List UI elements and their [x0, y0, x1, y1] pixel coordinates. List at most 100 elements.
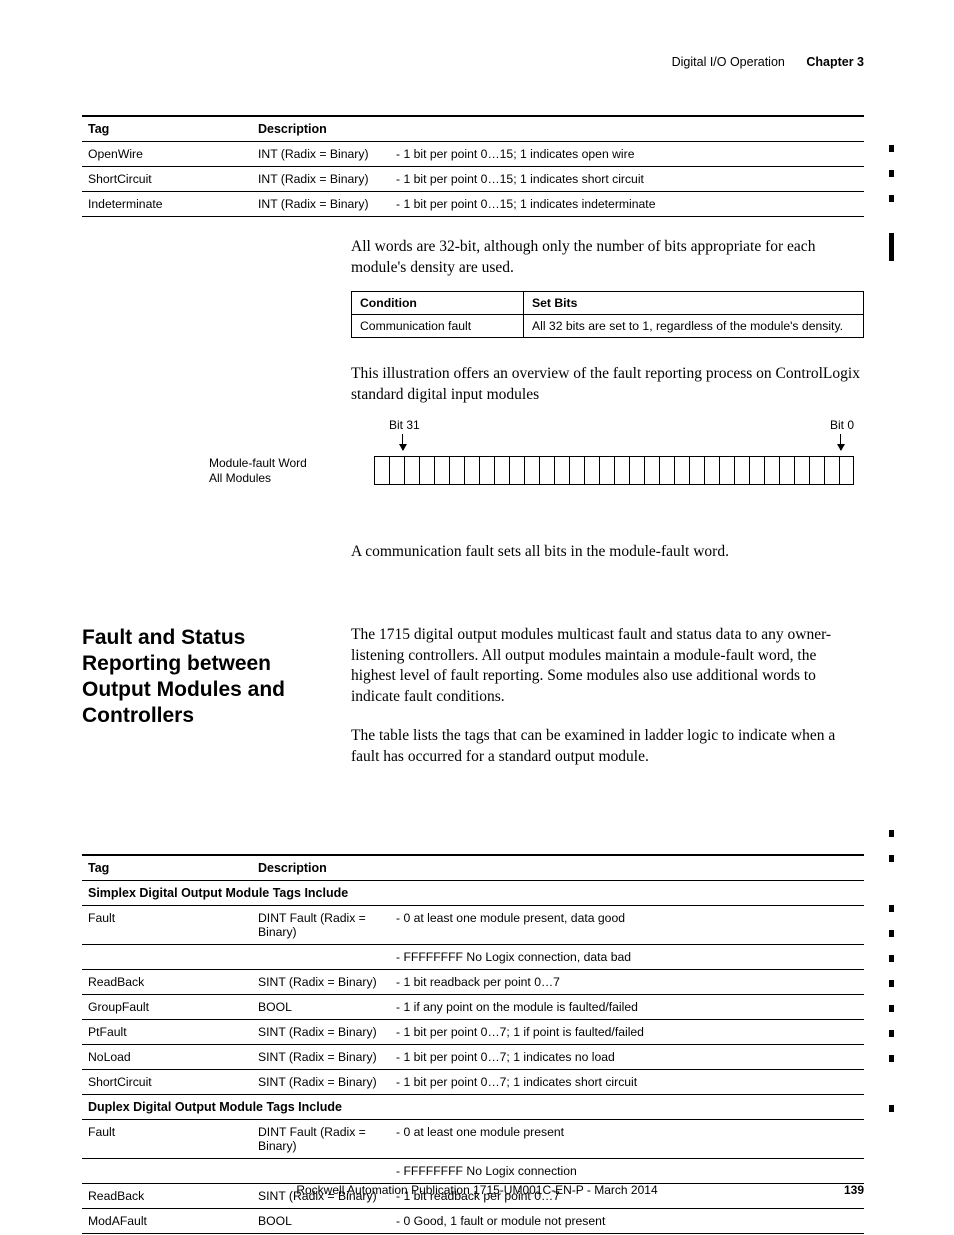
- cell: SINT (Radix = Binary): [252, 970, 390, 995]
- col-header-desc: Description: [252, 855, 864, 881]
- cell: OpenWire: [82, 142, 252, 167]
- cell: DINT Fault (Radix = Binary): [252, 1120, 390, 1159]
- paragraph: All words are 32-bit, although only the …: [351, 237, 864, 279]
- cell: - 1 bit per point 0…15; 1 indicates open…: [390, 142, 864, 167]
- table-row: OpenWire INT (Radix = Binary) - 1 bit pe…: [82, 142, 864, 167]
- paragraph: A communication fault sets all bits in t…: [351, 542, 864, 563]
- paragraph: This illustration offers an overview of …: [351, 364, 864, 406]
- section: Fault and Status Reporting between Outpu…: [82, 625, 864, 787]
- header-section: Digital I/O Operation: [672, 55, 785, 69]
- sub-header: Duplex Digital Output Module Tags Includ…: [82, 1095, 864, 1120]
- change-bar-icon: [889, 955, 894, 962]
- paragraph: The 1715 digital output modules multicas…: [351, 625, 864, 709]
- col-header-setbits: Set Bits: [524, 291, 864, 314]
- cell: DINT Fault (Radix = Binary): [252, 906, 390, 945]
- cell: - 1 bit per point 0…7; 1 if point is fau…: [390, 1020, 864, 1045]
- cell: BOOL: [252, 995, 390, 1020]
- col-header-desc: Description: [252, 116, 864, 142]
- change-bar-icon: [889, 930, 894, 937]
- table-row: GroupFaultBOOL- 1 if any point on the mo…: [82, 995, 864, 1020]
- page: Digital I/O Operation Chapter 3 Tag Desc…: [0, 0, 954, 1235]
- change-bar-icon: [889, 1005, 894, 1012]
- change-bar-icon: [889, 905, 894, 912]
- cell: ModAFault: [82, 1209, 252, 1234]
- col-header-tag: Tag: [82, 116, 252, 142]
- page-number: 139: [844, 1183, 864, 1197]
- cell: NoLoad: [82, 1045, 252, 1070]
- cell: - 1 bit per point 0…7; 1 indicates short…: [390, 1070, 864, 1095]
- cell: ReadBack: [82, 970, 252, 995]
- table-row: ShortCircuitSINT (Radix = Binary)- 1 bit…: [82, 1070, 864, 1095]
- cell: ShortCircuit: [82, 1070, 252, 1095]
- cell: INT (Radix = Binary): [252, 192, 390, 217]
- cell: - 0 at least one module present: [390, 1120, 864, 1159]
- cell: - 1 bit per point 0…15; 1 indicates inde…: [390, 192, 864, 217]
- change-bar-icon: [889, 195, 894, 202]
- publication-line: Rockwell Automation Publication 1715-UM0…: [296, 1183, 657, 1197]
- cell: BOOL: [252, 1209, 390, 1234]
- change-bar-icon: [889, 1055, 894, 1062]
- cell: All 32 bits are set to 1, regardless of …: [524, 314, 864, 337]
- arrow-icon: [402, 434, 403, 450]
- cell: - 0 Good, 1 fault or module not present: [390, 1209, 864, 1234]
- change-bar-icon: [889, 1105, 894, 1112]
- table-row: ModAFaultBOOL- 0 Good, 1 fault or module…: [82, 1209, 864, 1234]
- bit-boxes: [374, 456, 854, 485]
- sub-header: Simplex Digital Output Module Tags Inclu…: [82, 881, 864, 906]
- header-chapter: Chapter 3: [806, 55, 864, 69]
- footer: Rockwell Automation Publication 1715-UM0…: [0, 1183, 954, 1197]
- table-row: FaultDINT Fault (Radix = Binary)- 0 at l…: [82, 1120, 864, 1159]
- change-bar-icon: [889, 233, 894, 261]
- cell: INT (Radix = Binary): [252, 167, 390, 192]
- col-header-tag: Tag: [82, 855, 252, 881]
- cell: [82, 945, 252, 970]
- cell: [252, 1159, 390, 1184]
- arrow-icon: [840, 434, 841, 450]
- cell: - 1 if any point on the module is faulte…: [390, 995, 864, 1020]
- section-body: The 1715 digital output modules multicas…: [351, 625, 864, 787]
- change-bar-icon: [889, 170, 894, 177]
- cell: SINT (Radix = Binary): [252, 1020, 390, 1045]
- output-tags-table: Tag Description Simplex Digital Output M…: [82, 854, 864, 1234]
- table-row: Communication fault All 32 bits are set …: [352, 314, 864, 337]
- cell: [82, 1159, 252, 1184]
- change-bar-icon: [889, 855, 894, 862]
- change-bar-icon: [889, 830, 894, 837]
- change-bar-icon: [889, 145, 894, 152]
- cell: PtFault: [82, 1020, 252, 1045]
- cell: SINT (Radix = Binary): [252, 1045, 390, 1070]
- sub-header-text: Duplex Digital Output Module Tags Includ…: [82, 1095, 864, 1120]
- label-bit31: Bit 31: [389, 418, 420, 432]
- text: All Modules: [209, 471, 271, 485]
- section-heading: Fault and Status Reporting between Outpu…: [82, 625, 331, 787]
- change-bar-icon: [889, 980, 894, 987]
- cell: - FFFFFFFF No Logix connection, data bad: [390, 945, 864, 970]
- condition-table: Condition Set Bits Communication fault A…: [351, 291, 864, 338]
- cell: - 1 bit readback per point 0…7: [390, 970, 864, 995]
- cell: Fault: [82, 906, 252, 945]
- module-fault-label: Module-fault Word All Modules: [209, 456, 349, 487]
- cell: ShortCircuit: [82, 167, 252, 192]
- sub-header-text: Simplex Digital Output Module Tags Inclu…: [82, 881, 864, 906]
- cell: INT (Radix = Binary): [252, 142, 390, 167]
- cell: GroupFault: [82, 995, 252, 1020]
- change-bar-icon: [889, 1030, 894, 1037]
- paragraph: The table lists the tags that can be exa…: [351, 726, 864, 768]
- table-row: - FFFFFFFF No Logix connection: [82, 1159, 864, 1184]
- cell: [252, 945, 390, 970]
- input-tags-table: Tag Description OpenWire INT (Radix = Bi…: [82, 115, 864, 217]
- cell: Indeterminate: [82, 192, 252, 217]
- cell: - 1 bit per point 0…7; 1 indicates no lo…: [390, 1045, 864, 1070]
- table-row: Indeterminate INT (Radix = Binary) - 1 b…: [82, 192, 864, 217]
- table-row: ShortCircuit INT (Radix = Binary) - 1 bi…: [82, 167, 864, 192]
- table-row: ReadBackSINT (Radix = Binary)- 1 bit rea…: [82, 970, 864, 995]
- cell: - 0 at least one module present, data go…: [390, 906, 864, 945]
- bit-diagram: Bit 31 Bit 0 Module-fault Word All Modul…: [82, 418, 864, 508]
- cell: SINT (Radix = Binary): [252, 1070, 390, 1095]
- running-header: Digital I/O Operation Chapter 3: [82, 55, 864, 69]
- cell: Fault: [82, 1120, 252, 1159]
- table-row: - FFFFFFFF No Logix connection, data bad: [82, 945, 864, 970]
- label-bit0: Bit 0: [830, 418, 854, 432]
- table-row: NoLoadSINT (Radix = Binary)- 1 bit per p…: [82, 1045, 864, 1070]
- cell: - FFFFFFFF No Logix connection: [390, 1159, 864, 1184]
